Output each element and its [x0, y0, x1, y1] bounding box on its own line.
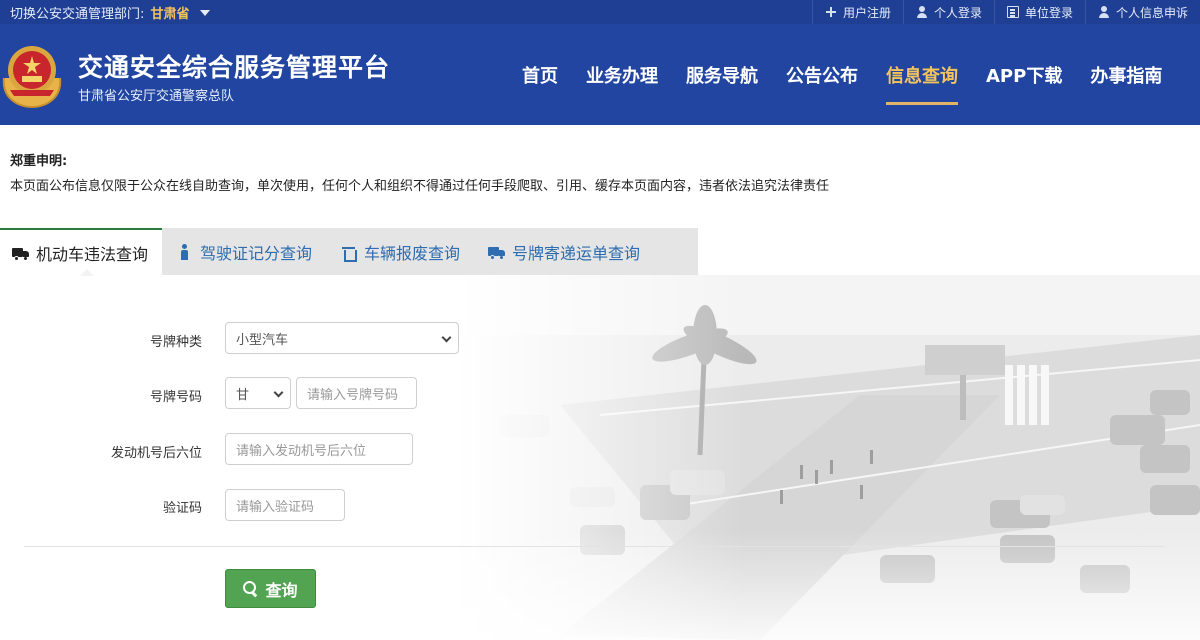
main-nav: 首页 业务办理 服务导航 公告公布 信息查询 APP下载 办事指南	[508, 24, 1176, 125]
query-form-panel: 号牌种类 小型汽车 号牌号码 甘 请输入号牌号码 发动机号后六位 请输入发动机号…	[0, 275, 1200, 640]
top-links: 用户注册 个人登录 单位登录 个人信息申诉	[811, 0, 1200, 24]
nav-service-guide[interactable]: 服务导航	[672, 24, 772, 125]
captcha-label: 验证码	[162, 501, 202, 516]
plate-type-value: 小型汽车	[236, 332, 289, 348]
truck-icon	[12, 245, 30, 261]
declaration-title: 郑重申明:	[10, 154, 68, 169]
engine-number-input[interactable]: 请输入发动机号后六位	[225, 433, 413, 465]
engine-number-label: 发动机号后六位	[110, 446, 202, 461]
plate-number-label: 号牌号码	[149, 390, 202, 405]
tab-license-points[interactable]: 驾驶证记分查询	[162, 228, 326, 275]
personal-login-link[interactable]: 个人登录	[902, 0, 994, 24]
plate-province-select[interactable]: 甘	[225, 377, 291, 409]
active-tab-pointer	[80, 269, 94, 276]
query-button[interactable]: 查询	[225, 569, 316, 608]
register-link-label: 用户注册	[842, 5, 891, 20]
truck-icon	[488, 244, 506, 260]
personal-login-label: 个人登录	[933, 5, 982, 20]
police-emblem-icon[interactable]	[0, 38, 64, 110]
user-icon	[916, 6, 928, 18]
tab-label: 机动车违法查询	[36, 244, 149, 264]
site-header: 交通安全综合服务管理平台 甘肃省公安厅交通警察总队 首页 业务办理 服务导航 公…	[0, 24, 1200, 125]
nav-business[interactable]: 业务办理	[572, 24, 672, 125]
tab-vehicle-violation[interactable]: 机动车违法查询	[0, 228, 163, 275]
chevron-down-icon	[273, 387, 284, 398]
building-icon	[1006, 6, 1019, 18]
unit-login-link[interactable]: 单位登录	[993, 0, 1085, 24]
person-icon	[176, 243, 194, 260]
nav-info-query[interactable]: 信息查询	[872, 24, 972, 125]
query-tabs: 机动车违法查询 驾驶证记分查询 车辆报废查询 号牌寄递运单查询	[0, 228, 698, 275]
search-icon	[243, 580, 259, 597]
tab-label: 车辆报废查询	[364, 243, 461, 263]
plus-icon	[825, 6, 837, 18]
plate-province-value: 甘	[236, 387, 250, 403]
nav-app-download[interactable]: APP下载	[972, 24, 1076, 125]
appeal-link-label: 个人信息申诉	[1115, 5, 1188, 20]
plate-type-label: 号牌种类	[149, 335, 202, 350]
register-link[interactable]: 用户注册	[811, 0, 903, 24]
plate-number-input[interactable]: 请输入号牌号码	[296, 377, 417, 409]
tab-vehicle-scrap[interactable]: 车辆报废查询	[326, 228, 474, 275]
form-divider	[24, 546, 1164, 547]
declaration-text: 本页面公布信息仅限于公众在线自助查询，单次使用，任何个人和组织不得通过任何手段爬…	[10, 179, 830, 194]
region-switcher[interactable]: 切换公安交通管理部门: 甘肃省	[10, 3, 210, 22]
appeal-link[interactable]: 个人信息申诉	[1084, 0, 1200, 24]
nav-announcements[interactable]: 公告公布	[772, 24, 872, 125]
query-button-label: 查询	[265, 580, 298, 600]
site-title[interactable]: 交通安全综合服务管理平台	[78, 48, 390, 84]
site-subtitle: 甘肃省公安厅交通警察总队	[78, 89, 235, 104]
captcha-input[interactable]: 请输入验证码	[225, 489, 345, 521]
trash-icon	[340, 244, 358, 262]
caret-down-icon[interactable]	[199, 10, 210, 16]
tab-plate-delivery[interactable]: 号牌寄递运单查询	[474, 228, 654, 275]
region-current[interactable]: 甘肃省	[151, 7, 190, 22]
unit-login-label: 单位登录	[1024, 5, 1073, 20]
top-utility-bar: 切换公安交通管理部门: 甘肃省 用户注册 个人登录 单位登录 个人信息申诉	[0, 0, 1200, 24]
nav-home[interactable]: 首页	[508, 24, 572, 125]
nav-guide[interactable]: 办事指南	[1076, 24, 1176, 125]
user-icon	[1098, 6, 1110, 18]
plate-type-select[interactable]: 小型汽车	[225, 322, 459, 354]
tab-label: 号牌寄递运单查询	[512, 243, 641, 263]
region-switch-label: 切换公安交通管理部门:	[10, 7, 145, 22]
tab-label: 驾驶证记分查询	[200, 243, 313, 263]
chevron-down-icon	[441, 332, 452, 343]
